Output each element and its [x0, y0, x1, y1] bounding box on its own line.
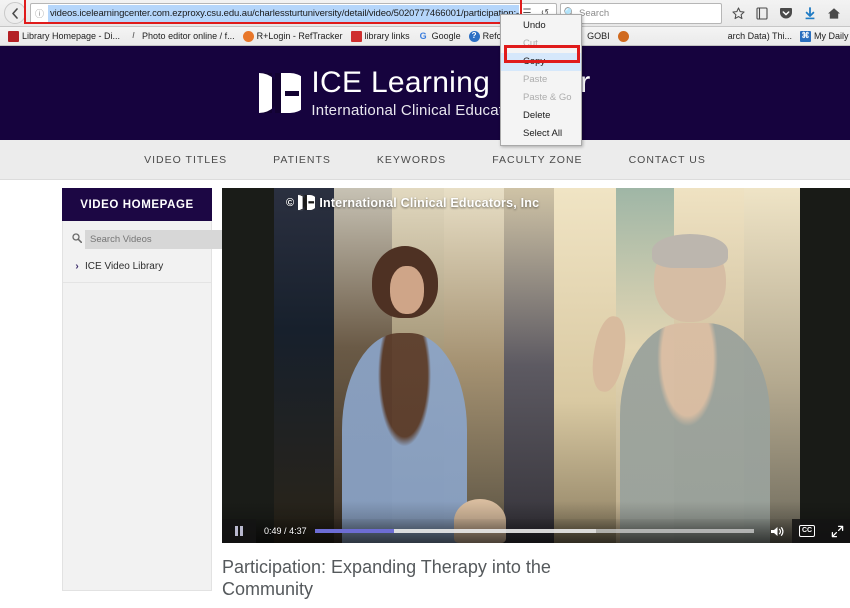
home-icon[interactable] — [822, 1, 846, 25]
pocket-icon[interactable] — [774, 1, 798, 25]
current-time: 0:49 — [264, 526, 282, 536]
nav-item-faculty-zone[interactable]: FACULTY ZONE — [492, 154, 582, 166]
bookmark-icon: ? — [468, 30, 480, 42]
nav-item-video-titles[interactable]: VIDEO TITLES — [144, 154, 227, 166]
context-menu: Undo Cut Copy Paste Paste & Go Delete Se… — [500, 14, 582, 146]
search-icon — [69, 233, 85, 246]
download-arrow-glyph — [805, 6, 815, 19]
bookmark-label: R+Login - RefTracker — [256, 31, 343, 41]
library-icon[interactable] — [750, 1, 774, 25]
url-bar-container: ⓘ videos.icelearningcenter.com.ezproxy.c… — [24, 0, 557, 24]
video-watermark: © International Clinical Educators, Inc — [286, 194, 539, 211]
progress-played — [314, 529, 394, 533]
browser-toolbar: ⓘ videos.icelearningcenter.com.ezproxy.c… — [0, 0, 850, 27]
site-header: ICE Learning Center International Clinic… — [0, 46, 850, 140]
search-videos-input[interactable] — [85, 230, 224, 249]
pocket-glyph — [780, 7, 792, 18]
progress-buffered — [393, 529, 596, 533]
content-area: VIDEO HOMEPAGE › ICE Video Libr — [0, 180, 850, 608]
bookmark-icon: G — [419, 30, 427, 41]
bookmark-label: My Daily Progress | Ge... — [814, 31, 850, 41]
context-menu-item-select-all[interactable]: Select All — [501, 125, 581, 143]
sidebar-item-ice-video-library[interactable]: › ICE Video Library — [63, 249, 211, 283]
chevron-right-icon: › — [75, 261, 79, 272]
bookmark-icon: ⌘ — [800, 30, 812, 42]
volume-button[interactable] — [762, 519, 792, 543]
time-separator: / — [284, 526, 287, 536]
url-input[interactable]: videos.icelearningcenter.com.ezproxy.csu… — [48, 4, 519, 22]
nav-item-patients[interactable]: PATIENTS — [273, 154, 331, 166]
bookmark-item[interactable] — [614, 28, 636, 45]
pause-icon — [235, 526, 243, 536]
context-menu-item-delete[interactable]: Delete — [501, 107, 581, 125]
sidebar-heading: VIDEO HOMEPAGE — [62, 188, 212, 221]
bookmark-label: Library Homepage - Di... — [22, 31, 121, 41]
url-bar[interactable]: ⓘ videos.icelearningcenter.com.ezproxy.c… — [30, 2, 557, 24]
sidebar-body: › ICE Video Library — [62, 221, 224, 591]
copyright-icon: © — [286, 196, 295, 209]
ice-logo-icon — [298, 194, 316, 211]
back-arrow-icon — [11, 7, 18, 19]
main-column: © International Clinical Educators, Inc — [222, 188, 850, 608]
downloads-icon[interactable] — [798, 1, 822, 25]
bookmark-icon: / — [132, 31, 135, 40]
bookmark-icon — [8, 30, 19, 42]
star-glyph — [731, 6, 745, 19]
browser-search-box[interactable]: 🔍 Search — [560, 2, 722, 24]
bookmark-item[interactable]: G Google — [414, 28, 465, 45]
context-menu-item-paste-and-go: Paste & Go — [523, 92, 572, 103]
bookmark-star-icon[interactable] — [726, 1, 750, 25]
bookmark-label: Photo editor online / f... — [142, 31, 235, 41]
browser-window: ⓘ videos.icelearningcenter.com.ezproxy.c… — [0, 0, 850, 608]
play-pause-button[interactable] — [222, 519, 256, 543]
closed-captions-icon: CC — [798, 525, 816, 537]
video-title: Participation: Expanding Therapy into th… — [222, 557, 551, 599]
bookmark-label: Google — [431, 31, 461, 41]
context-menu-item-undo[interactable]: Undo — [501, 17, 581, 35]
bookmark-label: arch Data) Thi... — [727, 31, 793, 41]
progress-bar[interactable] — [314, 529, 754, 533]
back-button[interactable] — [4, 2, 26, 24]
browser-search-placeholder: Search — [579, 7, 610, 19]
closed-captions-button[interactable]: CC — [792, 519, 822, 543]
player-right-controls: CC — [762, 519, 850, 543]
library-glyph — [756, 6, 768, 20]
bookmark-icon — [350, 30, 362, 42]
volume-on-icon — [770, 526, 783, 536]
context-menu-item-paste: Paste — [523, 74, 548, 85]
bookmark-item[interactable]: / Photo editor online / f... — [124, 28, 239, 45]
bookmark-item[interactable]: ⌘ My Daily Progress | Ge... — [796, 28, 850, 45]
fullscreen-icon — [831, 525, 843, 537]
bookmark-item[interactable]: library links — [347, 28, 414, 45]
nav-item-keywords[interactable]: KEYWORDS — [377, 154, 446, 166]
bookmark-item[interactable]: R+Login - RefTracker — [239, 28, 347, 45]
ice-logo-icon — [259, 73, 302, 113]
page-info-icon[interactable]: ⓘ — [31, 4, 48, 23]
total-time: 4:37 — [289, 526, 307, 536]
context-menu-item-cut: Cut — [523, 38, 538, 49]
sidebar-item-label: ICE Video Library — [85, 261, 164, 272]
bookmark-item[interactable]: Library Homepage - Di... — [4, 28, 124, 45]
bookmark-label: library links — [364, 31, 410, 41]
home-glyph — [828, 7, 840, 19]
bookmark-label: GOBI — [587, 31, 610, 41]
video-watermark-text: International Clinical Educators, Inc — [319, 195, 540, 210]
page-content: ICE Learning Center International Clinic… — [0, 46, 850, 608]
fullscreen-button[interactable] — [822, 519, 850, 543]
video-player[interactable]: © International Clinical Educators, Inc — [222, 188, 850, 543]
bookmark-item[interactable]: arch Data) Thi... — [724, 28, 796, 45]
player-controls: 0:49 / 4:37 CC — [222, 519, 850, 543]
search-glyph — [72, 233, 83, 244]
bookmark-icon — [242, 30, 254, 42]
nav-item-contact-us[interactable]: CONTACT US — [629, 154, 706, 166]
bookmark-icon — [617, 30, 629, 42]
context-menu-item-copy[interactable]: Copy — [501, 53, 581, 71]
sidebar-search-row — [63, 230, 224, 249]
sidebar: VIDEO HOMEPAGE › ICE Video Libr — [62, 188, 224, 608]
site-nav: VIDEO TITLES PATIENTS KEYWORDS FACULTY Z… — [0, 140, 850, 180]
player-time-display: 0:49 / 4:37 — [256, 526, 315, 536]
video-frame — [222, 188, 850, 543]
bookmarks-bar: Library Homepage - Di... / Photo editor … — [0, 27, 850, 46]
